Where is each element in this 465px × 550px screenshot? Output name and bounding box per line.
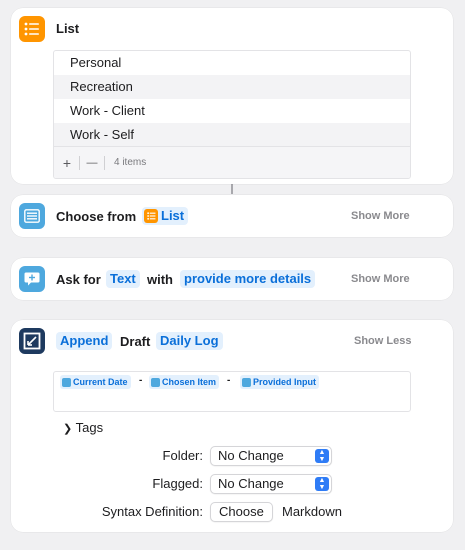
folder-label: Folder:: [162, 448, 203, 463]
list-icon: [19, 16, 45, 42]
flagged-value: No Change: [218, 476, 284, 491]
list-footer: + — 4 items: [54, 146, 410, 178]
list-item[interactable]: Work - Client: [54, 99, 410, 123]
ask-bubble-icon: [242, 377, 251, 387]
provided-input-token[interactable]: Provided Input: [240, 375, 319, 389]
folder-select[interactable]: No Change ▲ ▼: [210, 446, 332, 466]
choose-menu-icon: [19, 203, 45, 229]
item-count: 4 items: [114, 157, 147, 168]
separator: -: [139, 375, 143, 386]
syntax-definition-label: Syntax Definition:: [101, 504, 203, 519]
flow-connector: [231, 184, 233, 194]
tags-disclosure[interactable]: ❯ Tags: [63, 420, 103, 435]
draft-text-field[interactable]: Current Date - Chosen Item - Provided In…: [53, 371, 411, 412]
chevron-right-icon: ❯: [63, 423, 73, 435]
list-items-box: Personal Recreation Work - Client Work -…: [53, 50, 411, 179]
ask-bubble-icon: [19, 266, 45, 292]
show-more-button[interactable]: Show More: [351, 210, 410, 222]
input-type-token[interactable]: Text: [106, 270, 140, 288]
ask-for-action-card[interactable]: Ask for Text with provide more details S…: [11, 258, 453, 300]
list-item[interactable]: Work - Self: [54, 123, 410, 147]
chevron-up-down-icon: ▲ ▼: [315, 449, 329, 463]
divider: [79, 155, 80, 170]
choose-from-action-card[interactable]: Choose from List Show More: [11, 195, 453, 237]
add-item-button[interactable]: +: [58, 155, 76, 171]
draft-target-token[interactable]: Daily Log: [156, 332, 223, 350]
remove-item-button[interactable]: —: [83, 157, 101, 169]
flagged-label: Flagged:: [152, 476, 203, 491]
list-item[interactable]: Recreation: [54, 75, 410, 99]
divider: [104, 155, 105, 170]
prompt-token[interactable]: provide more details: [180, 270, 316, 288]
separator: -: [227, 375, 231, 386]
tags-label: Tags: [75, 420, 104, 435]
mode-token[interactable]: Append: [56, 332, 113, 350]
flagged-select[interactable]: No Change ▲ ▼: [210, 474, 332, 494]
choose-syntax-button[interactable]: Choose: [210, 502, 273, 522]
calendar-icon: [62, 377, 71, 387]
list-action-title: List: [56, 21, 80, 36]
list-action-card[interactable]: List Personal Recreation Work - Client W…: [11, 8, 453, 184]
chevron-up-down-icon: ▲ ▼: [315, 477, 329, 491]
append-draft-action-card[interactable]: Append Draft Daily Log Show Less Current…: [11, 320, 453, 532]
choose-menu-icon: [151, 377, 160, 387]
draft-label: Draft: [120, 334, 151, 349]
list-icon: [144, 209, 158, 223]
ask-action-title: Ask for: [56, 272, 101, 287]
syntax-value: Markdown: [282, 504, 342, 519]
show-more-button[interactable]: Show More: [351, 273, 410, 285]
variable-label: List: [161, 208, 185, 223]
choose-action-title: Choose from: [56, 209, 137, 224]
list-item[interactable]: Personal: [54, 51, 410, 75]
chosen-item-token[interactable]: Chosen Item: [149, 375, 220, 389]
list-variable-token[interactable]: List: [142, 207, 189, 225]
with-label: with: [147, 272, 173, 287]
current-date-token[interactable]: Current Date: [60, 375, 131, 389]
drafts-app-icon: [19, 328, 45, 354]
show-less-button[interactable]: Show Less: [354, 335, 411, 347]
folder-value: No Change: [218, 448, 284, 463]
